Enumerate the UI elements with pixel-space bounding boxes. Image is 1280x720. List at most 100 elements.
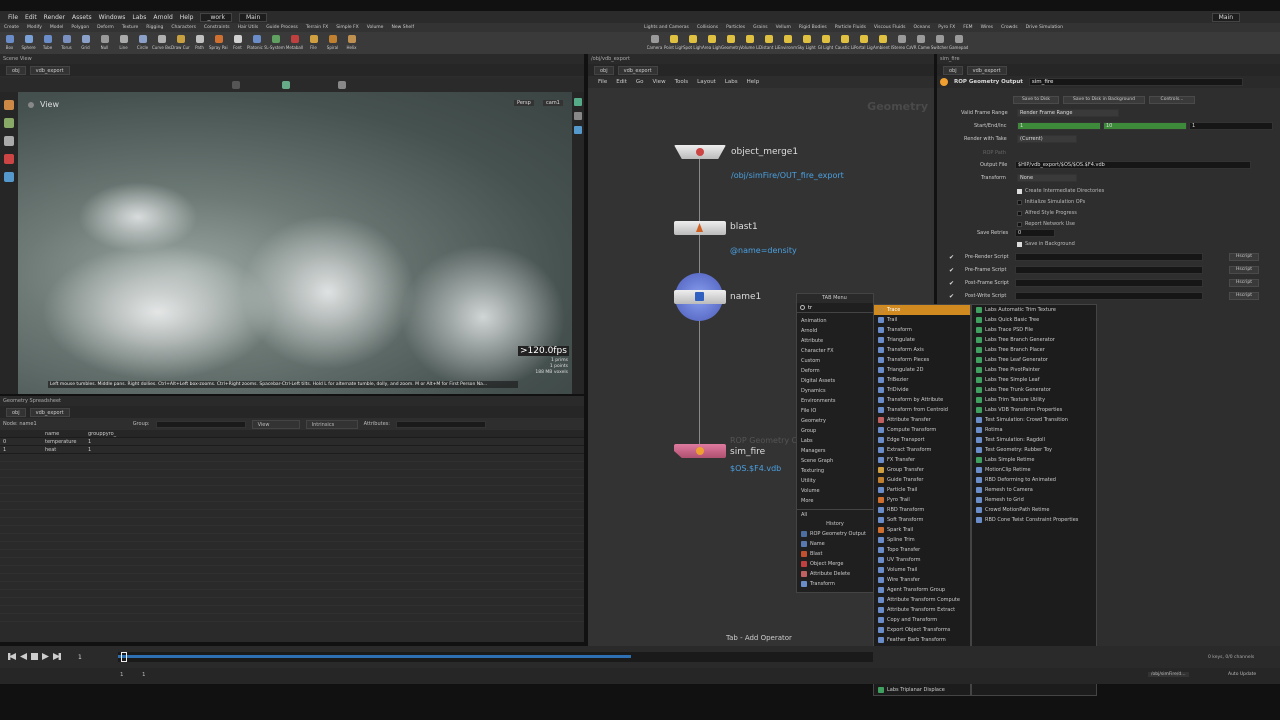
shelf-tab[interactable]: Deform: [93, 23, 118, 32]
shelf-tool-button[interactable]: Box: [0, 32, 19, 54]
move-tool-icon[interactable]: [4, 118, 14, 128]
tab-menu-category[interactable]: More: [797, 496, 873, 506]
controls-button[interactable]: Controls...: [1149, 96, 1195, 104]
search-result-item[interactable]: Guide Transfer: [874, 475, 970, 485]
path-obj[interactable]: obj: [6, 65, 26, 75]
shelf-tool-button[interactable]: Distant Light: [759, 32, 778, 54]
persp-dropdown[interactable]: Persp: [514, 100, 534, 106]
shelf-tool-button[interactable]: Path: [190, 32, 209, 54]
select-tool-icon[interactable]: [4, 100, 14, 110]
search-result-item[interactable]: Rotima: [972, 425, 1096, 435]
search-result-item[interactable]: Attribute Transfer: [874, 415, 970, 425]
menu-assets[interactable]: Assets: [72, 14, 92, 21]
shelf-tab[interactable]: Hair Utils: [234, 23, 263, 32]
shelf-tab[interactable]: Rigging: [142, 23, 167, 32]
shelf-tool-button[interactable]: Draw Curve: [171, 32, 190, 54]
tab-menu-category[interactable]: Labs: [797, 436, 873, 446]
shelf-tab[interactable]: Polygon: [67, 23, 93, 32]
checkbox-checked-icon[interactable]: [1017, 241, 1022, 247]
menu-arnold[interactable]: Arnold: [153, 14, 172, 21]
shelf-tab[interactable]: Wires: [977, 23, 997, 32]
save-to-disk-button[interactable]: Save to Disk: [1013, 96, 1059, 104]
tab-menu-search-input[interactable]: tr: [808, 305, 812, 311]
script-enable-checkmark-icon[interactable]: ✔: [949, 280, 954, 287]
path-vdb-export[interactable]: vdb_export: [29, 407, 70, 417]
menu-render[interactable]: Render: [44, 14, 65, 21]
right-workspace-dropdown[interactable]: Main: [1211, 12, 1240, 22]
tab-menu-category[interactable]: Managers: [797, 446, 873, 456]
col-name[interactable]: name: [45, 430, 88, 437]
output-file-field[interactable]: $HIP/vdb_export/$OS/$OS.$F4.vdb: [1015, 161, 1251, 169]
search-result-item[interactable]: Labs Tree Branch Generator: [972, 335, 1096, 345]
stop-icon[interactable]: [31, 653, 38, 660]
search-result-item[interactable]: Remesh to Grid: [972, 495, 1096, 505]
intrinsics-dropdown[interactable]: Intrinsics: [305, 419, 358, 429]
tab-menu-category[interactable]: Geometry: [797, 416, 873, 426]
shelf-tab[interactable]: Terrain FX: [302, 23, 332, 32]
search-result-item[interactable]: Test Simulation: Crowd Transition: [972, 415, 1096, 425]
shelf-tab[interactable]: New Shelf: [387, 23, 418, 32]
search-result-item[interactable]: Transform from Centroid: [874, 405, 970, 415]
search-result-item[interactable]: Labs Simple Retime: [972, 455, 1096, 465]
checkbox-icon[interactable]: [1017, 222, 1022, 227]
search-result-item[interactable]: Crowd MotionPath Retime: [972, 505, 1096, 515]
range-start-field-2[interactable]: 1: [142, 672, 146, 678]
script-field[interactable]: [1015, 266, 1203, 274]
path-obj[interactable]: obj: [943, 65, 963, 75]
shelf-tab[interactable]: Particle Fluids: [831, 23, 870, 32]
shelf-tab[interactable]: Vellum: [772, 23, 795, 32]
display-icon[interactable]: [282, 81, 290, 89]
script-enable-checkmark-icon[interactable]: ✔: [949, 267, 954, 274]
shelf-tab[interactable]: Constraints: [200, 23, 234, 32]
shelf-tab[interactable]: Simple FX: [332, 23, 362, 32]
shelf-tool-button[interactable]: Platonic Solids: [247, 32, 266, 54]
viewport[interactable]: View Persp cam1 >120.0fps 1 prims 1 poin…: [18, 92, 572, 394]
search-result-item[interactable]: Spline Trim: [874, 535, 970, 545]
shelf-tab[interactable]: Crowds: [997, 23, 1022, 32]
shelf-tool-button[interactable]: Ambient Light: [873, 32, 892, 54]
search-result-item[interactable]: Transform: [874, 325, 970, 335]
menu-file[interactable]: File: [8, 14, 18, 21]
net-menu-help[interactable]: Help: [747, 79, 760, 85]
search-result-item[interactable]: Labs Tree PivotPainter: [972, 365, 1096, 375]
search-result-item[interactable]: Trace: [874, 305, 970, 315]
search-result-item[interactable]: Particle Trail: [874, 485, 970, 495]
last-frame-icon[interactable]: [53, 653, 61, 660]
shelf-tab[interactable]: Oceans: [910, 23, 935, 32]
start-frame-field[interactable]: 1: [1017, 122, 1101, 130]
shading-icon[interactable]: [574, 112, 582, 120]
search-result-item[interactable]: Copy and Transform: [874, 615, 970, 625]
view-dropdown[interactable]: View: [251, 419, 300, 429]
tab-menu-category[interactable]: Attribute: [797, 336, 873, 346]
net-menu-edit[interactable]: Edit: [616, 79, 627, 85]
shelf-tab[interactable]: Rigid Bodies: [795, 23, 831, 32]
first-frame-icon[interactable]: [8, 653, 16, 660]
search-result-item[interactable]: UV Transform: [874, 555, 970, 565]
net-menu-tools[interactable]: Tools: [675, 79, 689, 85]
shelf-tab[interactable]: Drive Simulation: [1022, 23, 1067, 32]
search-result-item[interactable]: Labs VDB Transform Properties: [972, 405, 1096, 415]
timeline-track[interactable]: [118, 652, 873, 662]
spreadsheet-tab[interactable]: Geometry Spreadsheet: [0, 396, 584, 406]
search-result-item[interactable]: Soft Transform: [874, 515, 970, 525]
search-result-item[interactable]: Trail: [874, 315, 970, 325]
shelf-tool-button[interactable]: Sky Light: [797, 32, 816, 54]
search-result-item[interactable]: Spark Trail: [874, 525, 970, 535]
render-with-take-menu[interactable]: (Current): [1017, 135, 1077, 143]
search-result-item[interactable]: Labs Triplanar Displace: [874, 685, 970, 695]
path-vdb-export[interactable]: vdb_export: [29, 65, 70, 75]
tab-menu-category[interactable]: Dynamics: [797, 386, 873, 396]
search-result-item[interactable]: Test Simulation: Ragdoll: [972, 435, 1096, 445]
tab-menu-category[interactable]: Custom: [797, 356, 873, 366]
shelf-tab[interactable]: Model: [46, 23, 68, 32]
range-start-field[interactable]: 1: [120, 672, 124, 678]
view-tool-icon[interactable]: [4, 136, 14, 146]
search-result-item[interactable]: Pyro Trail: [874, 495, 970, 505]
menu-windows[interactable]: Windows: [99, 14, 126, 21]
save-bg-checkbox[interactable]: Save in Background: [1017, 241, 1075, 247]
shelf-tool-button[interactable]: L-System: [266, 32, 285, 54]
tab-menu-category[interactable]: Environments: [797, 396, 873, 406]
net-menu-file[interactable]: File: [598, 79, 607, 85]
shelf-tool-button[interactable]: Font: [228, 32, 247, 54]
node-sim-fire[interactable]: sim_fire: [730, 447, 765, 457]
